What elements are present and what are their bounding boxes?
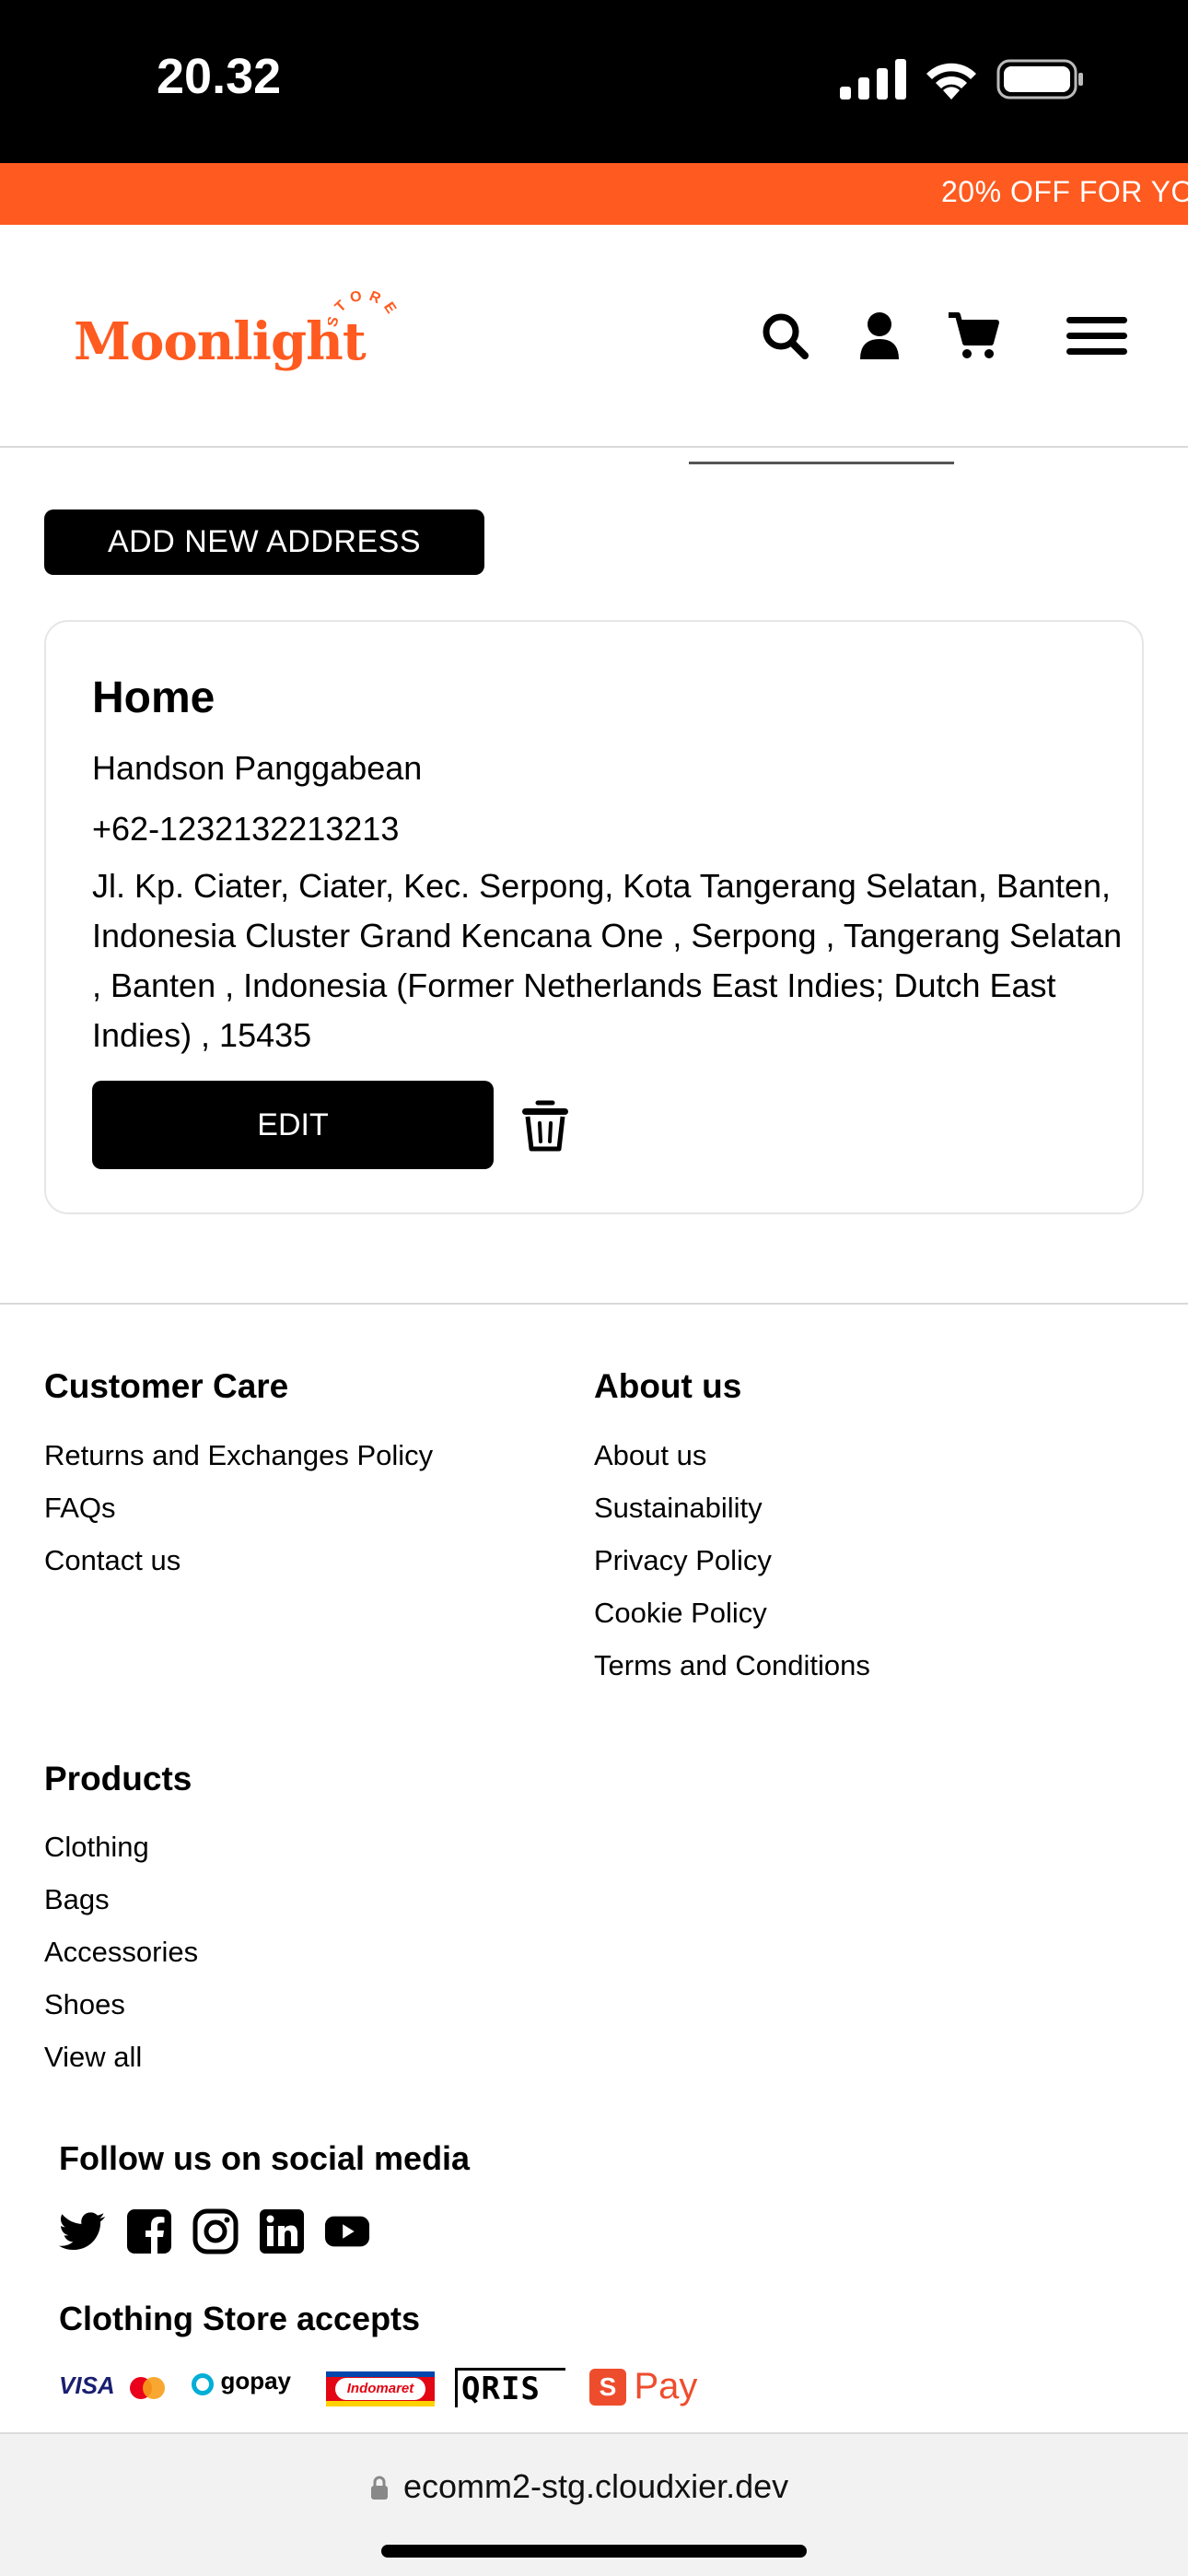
gopay-logo: gopay bbox=[192, 2366, 308, 2410]
wifi-icon bbox=[926, 63, 976, 100]
footer-link-faqs[interactable]: FAQs bbox=[44, 1492, 116, 1525]
home-indicator bbox=[381, 2545, 807, 2558]
address-label: Home bbox=[92, 673, 215, 722]
lock-icon bbox=[371, 2476, 388, 2500]
recipient-phone: +62-1232132213213 bbox=[92, 810, 400, 848]
address-card: Home Handson Panggabean +62-123213221321… bbox=[44, 620, 1144, 1214]
status-bar: 20.32 bbox=[0, 0, 1188, 163]
footer-link-terms[interactable]: Terms and Conditions bbox=[594, 1649, 870, 1682]
store-logo[interactable]: Moonlight STORE bbox=[72, 291, 403, 392]
visa-logo: VISA bbox=[59, 2371, 115, 2399]
hamburger-menu-icon[interactable] bbox=[1065, 308, 1129, 365]
indomaret-logo: Indomaret bbox=[326, 2371, 435, 2406]
battery-icon bbox=[996, 59, 1083, 100]
youtube-icon[interactable] bbox=[324, 2207, 370, 2255]
browser-url-bar[interactable]: ecomm2-stg.cloudxier.dev bbox=[0, 2432, 1188, 2576]
footer-link-accessories[interactable]: Accessories bbox=[44, 1936, 198, 1969]
svg-text:STORE: STORE bbox=[328, 291, 402, 329]
url-text: ecomm2-stg.cloudxier.dev bbox=[403, 2467, 789, 2505]
edit-address-button[interactable]: EDIT bbox=[92, 1081, 494, 1169]
signal-icon bbox=[840, 59, 906, 100]
instagram-icon[interactable] bbox=[192, 2207, 239, 2255]
trash-icon[interactable] bbox=[519, 1099, 571, 1153]
footer-link-cookie[interactable]: Cookie Policy bbox=[594, 1597, 767, 1630]
footer-link-bags[interactable]: Bags bbox=[44, 1883, 110, 1916]
promo-banner: 20% OFF FOR YOU bbox=[0, 163, 1188, 225]
mastercard-logo bbox=[130, 2377, 165, 2399]
linkedin-icon[interactable] bbox=[258, 2207, 306, 2255]
footer-heading-customer-care: Customer Care bbox=[44, 1367, 289, 1405]
footer-link-privacy[interactable]: Privacy Policy bbox=[594, 1544, 772, 1577]
facebook-icon[interactable] bbox=[125, 2207, 173, 2255]
cart-icon[interactable] bbox=[945, 308, 1002, 365]
promo-text: 20% OFF FOR YOU bbox=[941, 175, 1188, 208]
footer-link-sustainability[interactable]: Sustainability bbox=[594, 1492, 763, 1525]
recipient-name: Handson Panggabean bbox=[92, 749, 423, 787]
search-icon[interactable] bbox=[757, 308, 814, 365]
footer-heading-products: Products bbox=[44, 1760, 192, 1797]
active-tab-underline bbox=[689, 462, 954, 464]
footer-link-view-all[interactable]: View all bbox=[44, 2041, 142, 2074]
footer-link-returns[interactable]: Returns and Exchanges Policy bbox=[44, 1439, 433, 1472]
user-icon[interactable] bbox=[851, 308, 908, 365]
site-header: Moonlight STORE bbox=[0, 225, 1188, 448]
footer-link-contact[interactable]: Contact us bbox=[44, 1544, 181, 1577]
footer-heading-about: About us bbox=[594, 1367, 742, 1405]
footer-heading-payments: Clothing Store accepts bbox=[59, 2300, 421, 2337]
status-time: 20.32 bbox=[157, 49, 282, 104]
footer-link-about-us[interactable]: About us bbox=[594, 1439, 706, 1472]
logo-store-mark: STORE bbox=[328, 291, 402, 329]
add-new-address-button[interactable]: ADD NEW ADDRESS bbox=[44, 509, 484, 575]
twitter-icon[interactable] bbox=[59, 2207, 107, 2255]
shopeepay-logo: S Pay bbox=[589, 2366, 704, 2410]
footer-divider bbox=[0, 1303, 1188, 1305]
footer-link-clothing[interactable]: Clothing bbox=[44, 1831, 149, 1864]
qris-logo: QRIS bbox=[455, 2366, 569, 2410]
footer-heading-social: Follow us on social media bbox=[59, 2139, 471, 2177]
full-address: Jl. Kp. Ciater, Ciater, Kec. Serpong, Ko… bbox=[92, 867, 1123, 1054]
footer-link-shoes[interactable]: Shoes bbox=[44, 1988, 125, 2021]
logo-text: Moonlight bbox=[74, 311, 367, 372]
